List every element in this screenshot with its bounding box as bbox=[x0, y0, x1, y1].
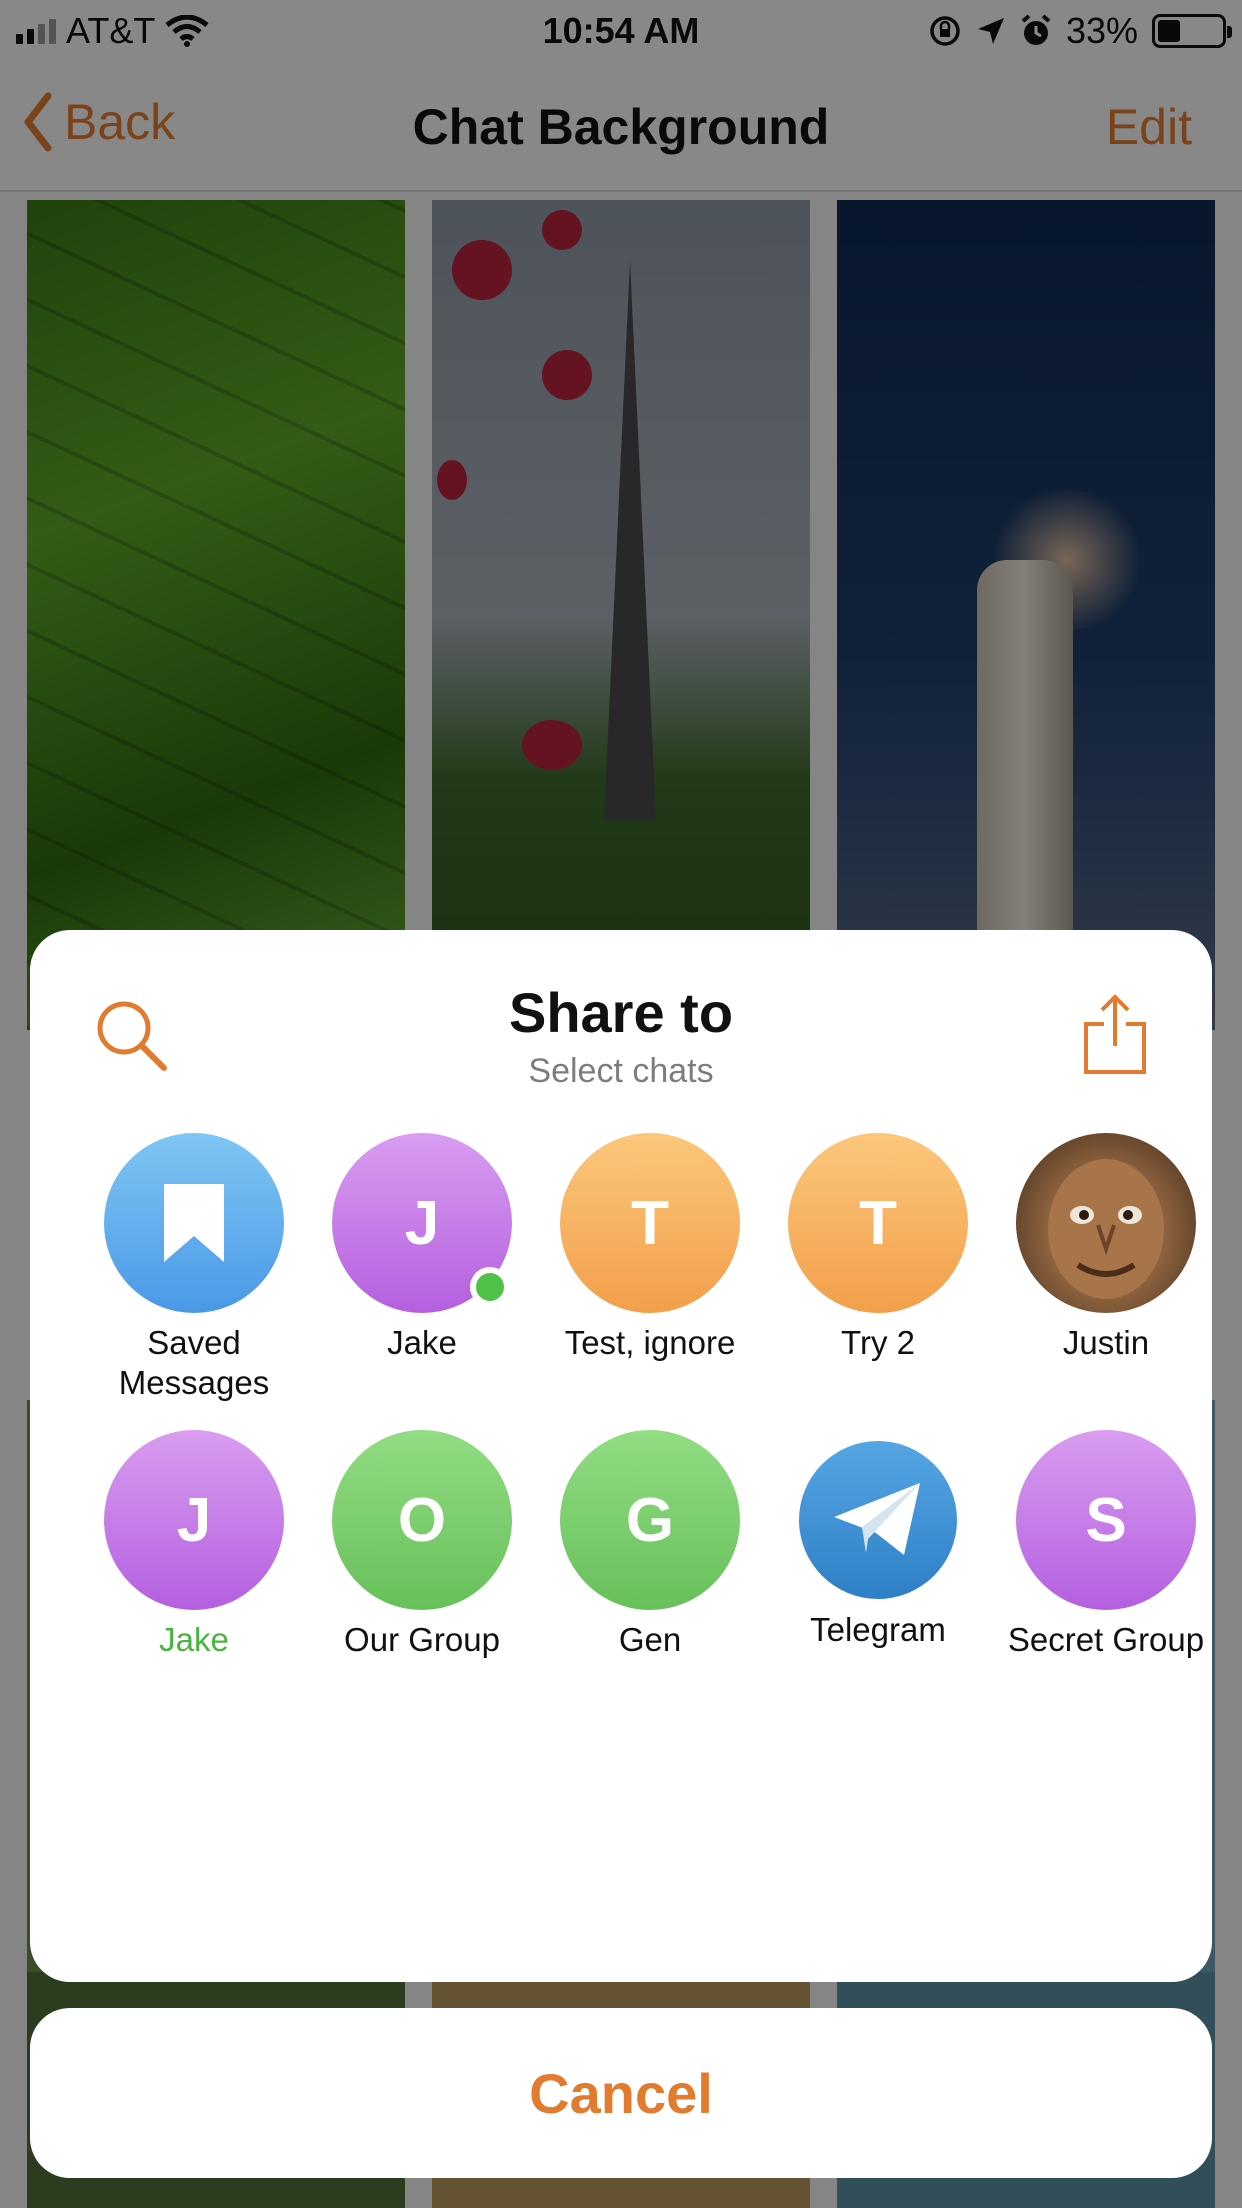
avatar: J bbox=[104, 1430, 284, 1610]
share-sheet-title: Share to bbox=[508, 981, 734, 1044]
contact-jake[interactable]: J Jake bbox=[308, 1133, 536, 1363]
avatar: T bbox=[788, 1133, 968, 1313]
contact-gen[interactable]: G Gen bbox=[536, 1430, 764, 1660]
bookmark-icon bbox=[164, 1184, 224, 1262]
avatar-initial: J bbox=[176, 1485, 212, 1555]
contact-name: Telegram bbox=[810, 1611, 946, 1648]
avatar-initial: J bbox=[404, 1188, 440, 1258]
avatar: O bbox=[332, 1430, 512, 1610]
profile-photo bbox=[1016, 1133, 1196, 1313]
avatar: T bbox=[560, 1133, 740, 1313]
share-sheet-subtitle: Select chats bbox=[528, 1052, 714, 1090]
avatar bbox=[104, 1133, 284, 1313]
avatar-initial: T bbox=[859, 1188, 897, 1258]
avatar: G bbox=[560, 1430, 740, 1610]
contact-test-ignore[interactable]: T Test, ignore bbox=[536, 1133, 764, 1363]
contact-jake-2[interactable]: J Jake bbox=[80, 1430, 308, 1660]
contact-telegram[interactable]: Telegram bbox=[764, 1430, 992, 1650]
contact-name: Our Group bbox=[344, 1621, 500, 1658]
avatar: S bbox=[1016, 1430, 1196, 1610]
online-status-dot bbox=[470, 1267, 510, 1307]
contact-name: Saved Messages bbox=[118, 1324, 270, 1401]
contact-name: Test, ignore bbox=[564, 1324, 736, 1361]
contact-secret-group[interactable]: S Secret Group bbox=[992, 1430, 1212, 1660]
telegram-plane-icon bbox=[834, 1483, 920, 1555]
avatar bbox=[799, 1441, 957, 1599]
avatar-initial: S bbox=[1085, 1485, 1127, 1555]
avatar-initial: G bbox=[625, 1485, 675, 1555]
contact-name: Gen bbox=[618, 1621, 682, 1658]
avatar-initial: O bbox=[397, 1485, 447, 1555]
contact-saved-messages[interactable]: Saved Messages bbox=[80, 1133, 308, 1403]
contact-name: Secret Group bbox=[1007, 1621, 1205, 1658]
contact-our-group[interactable]: O Our Group bbox=[308, 1430, 536, 1660]
share-external-icon[interactable] bbox=[1080, 994, 1150, 1076]
contact-justin[interactable]: Justin bbox=[992, 1133, 1212, 1363]
contact-name: Try 2 bbox=[841, 1324, 915, 1361]
contact-name: Justin bbox=[1062, 1324, 1150, 1361]
cancel-button[interactable]: Cancel bbox=[30, 2008, 1212, 2178]
avatar-initial: T bbox=[631, 1188, 669, 1258]
contact-name: Jake bbox=[387, 1324, 457, 1361]
share-sheet: Share to Select chats Saved Messages J J… bbox=[30, 930, 1212, 1982]
face-portrait-icon bbox=[1048, 1159, 1164, 1299]
contact-name: Jake bbox=[159, 1621, 229, 1658]
contact-try-2[interactable]: T Try 2 bbox=[764, 1133, 992, 1363]
avatar: J bbox=[332, 1133, 512, 1313]
